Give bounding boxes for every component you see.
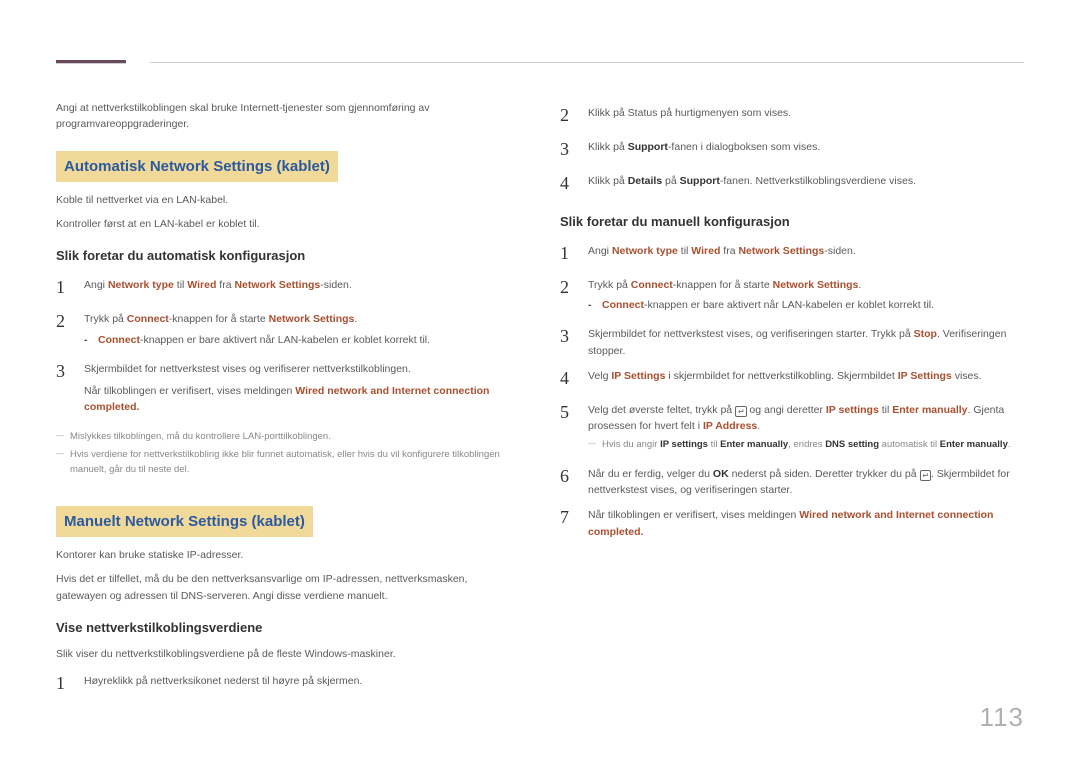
footnote: Mislykkes tilkoblingen, må du kontroller… [56, 430, 520, 445]
step-item: 2 Trykk på Connect-knappen for å starte … [56, 308, 520, 352]
subheading-auto-config: Slik foretar du automatisk konfigurasjon [56, 246, 520, 266]
step-item: 1 Høyreklikk på nettverksikonet nederst … [56, 670, 520, 698]
step-body: Høyreklikk på nettverksikonet nederst ti… [84, 670, 520, 698]
intro-paragraph: Angi at nettverkstilkoblingen skal bruke… [56, 100, 520, 133]
footnote: Hvis du angir IP settings til Enter manu… [588, 438, 1024, 453]
step-number: 6 [560, 463, 588, 499]
step-body: Angi Network type til Wired fra Network … [588, 240, 1024, 268]
section-heading-automatic: Automatisk Network Settings (kablet) [56, 151, 338, 182]
step-continuation: Når tilkoblingen er verifisert, vises me… [84, 383, 520, 416]
right-column: 2 Klikk på Status på hurtigmenyen som vi… [560, 96, 1024, 704]
step-number: 7 [560, 504, 588, 540]
step-body: Klikk på Status på hurtigmenyen som vise… [588, 102, 1024, 130]
step-item: 1 Angi Network type til Wired fra Networ… [56, 274, 520, 302]
page-number: 113 [980, 702, 1024, 733]
step-body: Trykk på Connect-knappen for å starte Ne… [588, 274, 1024, 318]
step-number: 3 [560, 136, 588, 164]
step-body: Klikk på Details på Support-fanen. Nettv… [588, 170, 1024, 198]
enter-key-icon: ↵ [735, 406, 746, 417]
step-body: Skjermbildet for nettverkstest vises og … [84, 358, 520, 424]
header-accent [56, 60, 126, 64]
body-text: Slik viser du nettverkstilkoblingsverdie… [56, 646, 520, 662]
step-item: 3 Klikk på Support-fanen i dialogboksen … [560, 136, 1024, 164]
section-heading-manual: Manuelt Network Settings (kablet) [56, 506, 313, 537]
header-divider [150, 62, 1024, 63]
step-number: 3 [560, 323, 588, 359]
step-number: 4 [560, 170, 588, 198]
step-number: 2 [560, 274, 588, 318]
step-item: 3 Skjermbildet for nettverkstest vises o… [56, 358, 520, 424]
step-item: 4 Klikk på Details på Support-fanen. Net… [560, 170, 1024, 198]
step-number: 1 [56, 670, 84, 698]
step-body: Skjermbildet for nettverkstest vises, og… [588, 323, 1024, 359]
step-body: Klikk på Support-fanen i dialogboksen so… [588, 136, 1024, 164]
body-text: Kontroller først at en LAN-kabel er kobl… [56, 216, 520, 232]
step-body: Når du er ferdig, velger du OK nederst p… [588, 463, 1024, 499]
subheading-view-values: Vise nettverkstilkoblingsverdiene [56, 618, 520, 638]
step-number: 5 [560, 399, 588, 457]
step-number: 3 [56, 358, 84, 424]
step-item: 4 Velg IP Settings i skjermbildet for ne… [560, 365, 1024, 393]
step-body: Angi Network type til Wired fra Network … [84, 274, 520, 302]
two-column-layout: Angi at nettverkstilkoblingen skal bruke… [56, 96, 1024, 704]
step-number: 1 [56, 274, 84, 302]
step-body: Når tilkoblingen er verifisert, vises me… [588, 504, 1024, 540]
step-number: 4 [560, 365, 588, 393]
body-text: Koble til nettverket via en LAN-kabel. [56, 192, 520, 208]
step-item: 1 Angi Network type til Wired fra Networ… [560, 240, 1024, 268]
body-text: Kontorer kan bruke statiske IP-adresser. [56, 547, 520, 563]
step-item: 6 Når du er ferdig, velger du OK nederst… [560, 463, 1024, 499]
step-number: 2 [56, 308, 84, 352]
body-text: Hvis det er tilfellet, må du be den nett… [56, 571, 520, 604]
left-column: Angi at nettverkstilkoblingen skal bruke… [56, 96, 520, 704]
step-item: 3 Skjermbildet for nettverkstest vises, … [560, 323, 1024, 359]
step-item: 7 Når tilkoblingen er verifisert, vises … [560, 504, 1024, 540]
step-body: Trykk på Connect-knappen for å starte Ne… [84, 308, 520, 352]
step-item: 5 Velg det øverste feltet, trykk på ↵ og… [560, 399, 1024, 457]
document-page: Angi at nettverkstilkoblingen skal bruke… [0, 0, 1080, 763]
nested-note: Connect-knappen er bare aktivert når LAN… [588, 297, 1024, 313]
step-item: 2 Klikk på Status på hurtigmenyen som vi… [560, 102, 1024, 130]
step-body: Velg det øverste feltet, trykk på ↵ og a… [588, 399, 1024, 457]
subheading-manual-config: Slik foretar du manuell konfigurasjon [560, 212, 1024, 232]
step-item: 2 Trykk på Connect-knappen for å starte … [560, 274, 1024, 318]
step-number: 2 [560, 102, 588, 130]
step-body: Velg IP Settings i skjermbildet for nett… [588, 365, 1024, 393]
enter-key-icon: ↵ [920, 470, 931, 481]
nested-note: Connect-knappen er bare aktivert når LAN… [84, 332, 520, 348]
footnote: Hvis verdiene for nettverkstilkobling ik… [56, 448, 520, 477]
step-number: 1 [560, 240, 588, 268]
